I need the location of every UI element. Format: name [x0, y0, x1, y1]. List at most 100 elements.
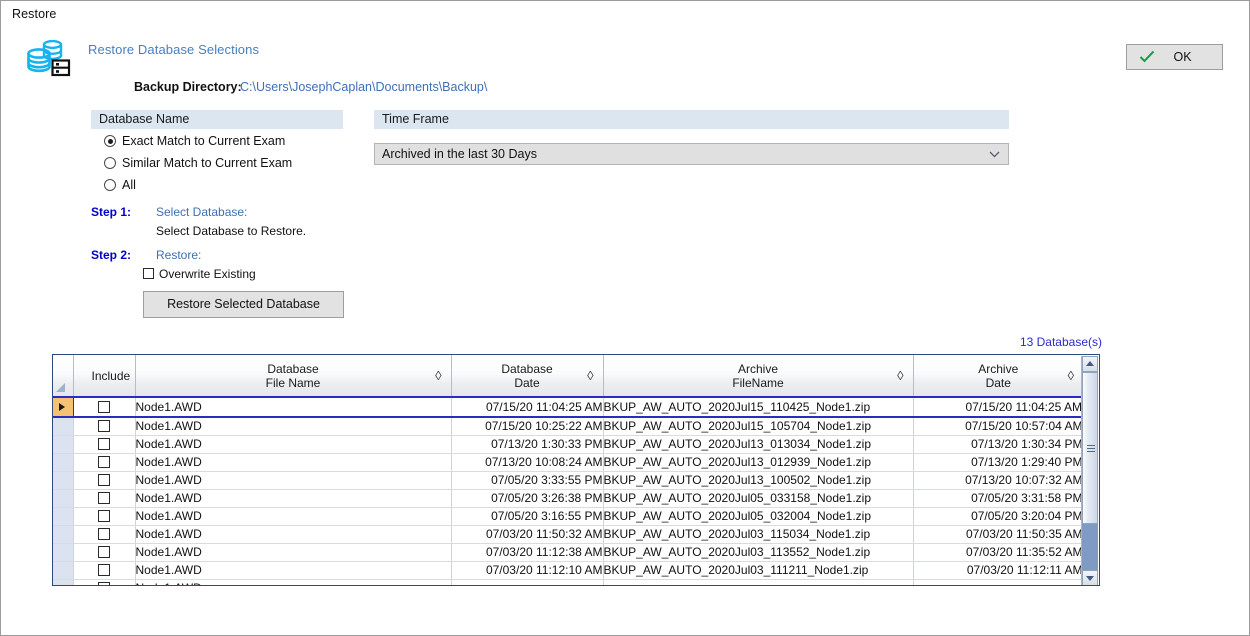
row-selector-cell[interactable] — [53, 489, 73, 507]
sort-diamond-icon[interactable]: ◊ — [1068, 368, 1074, 383]
column-header-line1: Database — [267, 362, 318, 376]
column-header-database-file-name[interactable]: DatabaseFile Name ◊ — [135, 355, 451, 397]
table-row[interactable]: Node1.AWD07/13/20 10:08:24 AMBKUP_AW_AUT… — [53, 453, 1083, 471]
row-selector-cell[interactable] — [53, 561, 73, 579]
time-frame-select[interactable]: Archived in the last 30 Days — [374, 143, 1009, 165]
window-title: Restore — [12, 7, 56, 21]
step-1-link[interactable]: Select Database: — [156, 205, 247, 219]
scrollbar-track[interactable] — [1082, 372, 1098, 570]
checkbox-icon[interactable] — [98, 492, 110, 504]
include-cell[interactable] — [73, 543, 135, 561]
archive-file-name-cell: BKUP_AW_AUTO_2020Jul13_013034_Node1.zip — [603, 435, 913, 453]
row-selector-cell[interactable] — [53, 525, 73, 543]
include-cell[interactable] — [73, 417, 135, 435]
checkbox-icon[interactable] — [98, 510, 110, 522]
column-header-include[interactable]: Include — [73, 355, 135, 397]
sort-diamond-icon[interactable]: ◊ — [587, 368, 593, 383]
column-header-archive-date[interactable]: ArchiveDate ◊ — [913, 355, 1083, 397]
overwrite-existing-checkbox[interactable]: Overwrite Existing — [143, 267, 256, 281]
row-selector-cell[interactable] — [53, 507, 73, 525]
row-selector-cell[interactable] — [53, 435, 73, 453]
archive-file-name-cell: BKUP_AW_AUTO_2020Jul13_012939_Node1.zip — [603, 453, 913, 471]
time-frame-group-header: Time Frame — [374, 110, 1009, 129]
table-row[interactable]: Node1.AWD07/03/20 11:50:32 AMBKUP_AW_AUT… — [53, 525, 1083, 543]
scroll-up-arrow-icon[interactable] — [1082, 356, 1098, 372]
database-date-cell: 07/15/20 11:04:25 AM — [451, 397, 603, 417]
include-cell[interactable] — [73, 453, 135, 471]
include-cell[interactable] — [73, 471, 135, 489]
table-row[interactable]: Node1.AWD07/03/20 11:12:38 AMBKUP_AW_AUT… — [53, 543, 1083, 561]
include-cell[interactable] — [73, 561, 135, 579]
archive-file-name-cell: BKUP_AW_AUTO_2020Jul15_105704_Node1.zip — [603, 417, 913, 435]
table-row[interactable]: Node1.AWD07/13/20 1:30:33 PMBKUP_AW_AUTO… — [53, 435, 1083, 453]
archive-date-cell: 07/03/20 11:12:11 AM — [913, 561, 1083, 579]
radio-label: All — [122, 178, 136, 192]
checkbox-icon[interactable] — [98, 528, 110, 540]
include-cell[interactable] — [73, 397, 135, 417]
include-cell[interactable] — [73, 507, 135, 525]
ok-button[interactable]: OK — [1126, 44, 1223, 70]
sort-diamond-icon[interactable]: ◊ — [435, 368, 441, 383]
restore-selected-database-button[interactable]: Restore Selected Database — [143, 291, 344, 318]
radio-exact-match[interactable]: Exact Match to Current Exam — [104, 134, 285, 152]
archive-file-name-cell: BKUP_AW_AUTO_2020Jul03_111211_Node1.zip — [603, 561, 913, 579]
sort-diamond-icon[interactable]: ◊ — [897, 368, 903, 383]
checkbox-icon[interactable] — [98, 474, 110, 486]
archive-file-name-cell: BKUP_AW_AUTO_2020Jul05_032004_Node1.zip — [603, 507, 913, 525]
database-file-name-cell: Node1.AWD — [135, 561, 451, 579]
grid-vertical-scrollbar[interactable] — [1081, 356, 1098, 586]
archive-date-cell: 07/05/20 3:31:58 PM — [913, 489, 1083, 507]
table-row[interactable]: Node1.AWD07/05/20 3:16:55 PMBKUP_AW_AUTO… — [53, 507, 1083, 525]
table-row[interactable]: Node1.AWD07/15/20 10:25:22 AMBKUP_AW_AUT… — [53, 417, 1083, 435]
table-row[interactable]: Node1.AWD07/05/20 3:33:55 PMBKUP_AW_AUTO… — [53, 471, 1083, 489]
column-header-archive-file-name[interactable]: ArchiveFileName ◊ — [603, 355, 913, 397]
checkbox-icon[interactable] — [98, 401, 110, 413]
archive-date-cell: 07/15/20 11:04:25 AM — [913, 397, 1083, 417]
include-cell[interactable] — [73, 489, 135, 507]
column-header-line2: Date — [514, 376, 539, 390]
table-row[interactable]: Node1.AWD07/03/20 11:12:10 AMBKUP_AW_AUT… — [53, 561, 1083, 579]
row-selector-cell[interactable] — [53, 471, 73, 489]
archive-file-name-cell: BKUP_AW_AUTO_2020Jul03_115034_Node1.zip — [603, 525, 913, 543]
row-selector-cell[interactable] — [53, 417, 73, 435]
step-1-label: Step 1: — [91, 205, 131, 219]
table-body: Node1.AWD07/15/20 11:04:25 AMBKUP_AW_AUT… — [53, 397, 1083, 585]
column-header-line2: Date — [986, 376, 1011, 390]
checkbox-icon[interactable] — [98, 546, 110, 558]
step-2-link[interactable]: Restore: — [156, 248, 201, 262]
database-date-cell: 07/05/20 3:26:38 PM — [451, 489, 603, 507]
overwrite-existing-label: Overwrite Existing — [159, 267, 256, 281]
database-file-name-cell: Node1.AWD — [135, 525, 451, 543]
checkbox-icon — [143, 268, 154, 279]
checkbox-icon[interactable] — [98, 438, 110, 450]
radio-all[interactable]: All — [104, 178, 136, 196]
column-header-database-date[interactable]: DatabaseDate ◊ — [451, 355, 603, 397]
include-cell[interactable] — [73, 525, 135, 543]
checkbox-icon[interactable] — [98, 420, 110, 432]
database-date-cell: 07/13/20 1:30:33 PM — [451, 435, 603, 453]
database-count-label: 13 Database(s) — [1020, 335, 1102, 349]
radio-similar-match[interactable]: Similar Match to Current Exam — [104, 156, 292, 174]
archive-file-name-cell — [603, 579, 913, 585]
archive-date-cell: 07/03/20 11:35:52 AM — [913, 543, 1083, 561]
table-row[interactable]: Node1.AWD07/15/20 11:04:25 AMBKUP_AW_AUT… — [53, 397, 1083, 417]
row-selector-cell[interactable] — [53, 543, 73, 561]
scrollbar-thumb[interactable] — [1082, 372, 1098, 524]
table-row[interactable]: Node1.AWD — [53, 579, 1083, 585]
scroll-down-arrow-icon[interactable] — [1082, 570, 1098, 586]
archive-date-cell: 07/13/20 1:29:40 PM — [913, 453, 1083, 471]
row-selector-cell[interactable] — [53, 397, 73, 417]
row-selector-cell[interactable] — [53, 579, 73, 585]
database-stack-icon — [25, 37, 71, 79]
checkbox-icon[interactable] — [98, 564, 110, 576]
row-selector-cell[interactable] — [53, 453, 73, 471]
checkbox-icon[interactable] — [98, 456, 110, 468]
include-cell[interactable] — [73, 579, 135, 585]
table-row[interactable]: Node1.AWD07/05/20 3:26:38 PMBKUP_AW_AUTO… — [53, 489, 1083, 507]
checkbox-icon[interactable] — [98, 582, 110, 585]
ok-button-label: OK — [1127, 45, 1224, 69]
table-header-row: Include DatabaseFile Name ◊ DatabaseDate… — [53, 355, 1083, 397]
include-cell[interactable] — [73, 435, 135, 453]
chevron-down-icon — [989, 144, 1000, 164]
column-header-row-selector — [53, 355, 73, 397]
